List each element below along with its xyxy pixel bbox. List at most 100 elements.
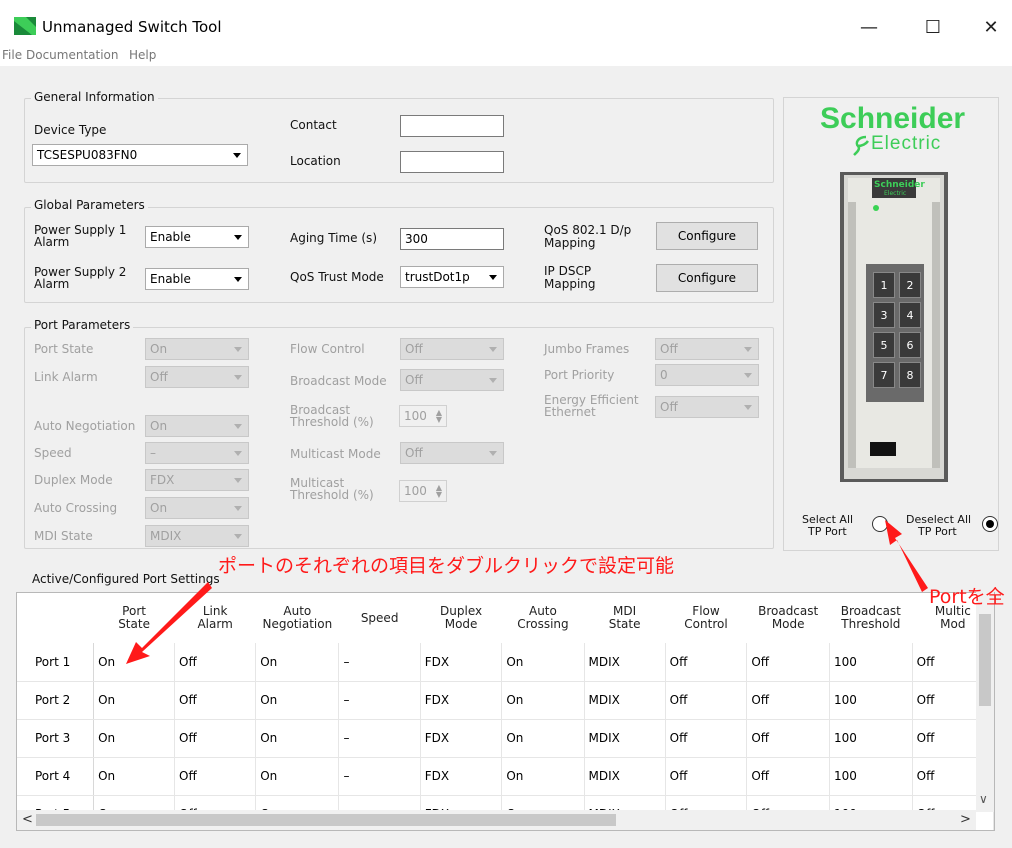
- column-header-port-state[interactable]: Port State: [93, 593, 175, 643]
- device-port-3[interactable]: 3: [873, 302, 895, 328]
- cell-duplex-mode[interactable]: FDX: [420, 719, 503, 758]
- menu-file[interactable]: File: [2, 48, 22, 62]
- cell-flow-control[interactable]: Off: [665, 757, 748, 796]
- broadcast-mode-select[interactable]: Off: [400, 369, 504, 391]
- column-header-speed[interactable]: Speed: [338, 593, 421, 643]
- column-header-duplex-mode[interactable]: Duplex Mode: [420, 593, 502, 643]
- cell-broadcast-threshold[interactable]: 100: [829, 643, 913, 682]
- cell-broadcast-threshold[interactable]: 100: [829, 719, 913, 758]
- deselect-all-radio[interactable]: [982, 516, 998, 532]
- scroll-left-icon[interactable]: <: [22, 812, 33, 827]
- auto-negotiation-select[interactable]: On: [145, 415, 249, 437]
- cell-broadcast-mode[interactable]: Off: [746, 719, 830, 758]
- device-port-1[interactable]: 1: [873, 272, 895, 298]
- column-header-auto-crossing[interactable]: Auto Crossing: [501, 593, 584, 643]
- cell-auto-crossing[interactable]: On: [501, 643, 585, 682]
- aging-time-field[interactable]: 300: [400, 228, 504, 250]
- location-field[interactable]: [400, 151, 504, 173]
- table-row[interactable]: Port 1 On Off On – FDX On MDIX Off Off 100 Off: [17, 643, 994, 682]
- device-type-select[interactable]: TCSESPU083FN0: [32, 144, 248, 166]
- cell-broadcast-mode[interactable]: Off: [746, 681, 830, 720]
- cell-auto-negotiation[interactable]: On: [255, 757, 340, 796]
- cell-broadcast-threshold[interactable]: 100: [829, 681, 913, 720]
- column-header-auto-negotiation[interactable]: Auto Negotiation: [255, 593, 339, 643]
- cell-flow-control[interactable]: Off: [665, 681, 748, 720]
- maximize-button[interactable]: ☐: [910, 12, 956, 42]
- jumbo-frames-select[interactable]: Off: [655, 338, 759, 360]
- column-header-broadcast-mode[interactable]: Broadcast Mode: [746, 593, 830, 643]
- cell-speed[interactable]: –: [338, 681, 421, 720]
- contact-field[interactable]: [400, 115, 504, 137]
- cell-port-state[interactable]: On: [93, 757, 176, 796]
- cell-auto-crossing[interactable]: On: [501, 719, 585, 758]
- multicast-threshold-stepper[interactable]: 100 ▲ ▼: [399, 480, 447, 502]
- horizontal-scrollbar-thumb[interactable]: [36, 814, 616, 826]
- cell-auto-crossing[interactable]: On: [501, 681, 585, 720]
- cell-auto-negotiation[interactable]: On: [255, 719, 340, 758]
- qos-trust-mode-select[interactable]: trustDot1p: [400, 266, 504, 288]
- port-state-select[interactable]: On: [145, 338, 249, 360]
- vertical-scrollbar-thumb[interactable]: [979, 614, 991, 706]
- cell-auto-negotiation[interactable]: On: [255, 681, 340, 720]
- configure-qos-button[interactable]: Configure: [656, 222, 758, 250]
- table-row[interactable]: Port 2 On Off On – FDX On MDIX Off Off 100 Off: [17, 681, 994, 720]
- device-port-8[interactable]: 8: [899, 362, 921, 388]
- column-header-flow-control[interactable]: Flow Control: [665, 593, 747, 643]
- scroll-right-icon[interactable]: >: [960, 812, 971, 827]
- table-row[interactable]: Port 4 On Off On – FDX On MDIX Off Off 100 Off: [17, 757, 994, 796]
- cell-duplex-mode[interactable]: FDX: [420, 757, 503, 796]
- auto-crossing-select[interactable]: On: [145, 497, 249, 519]
- menu-documentation[interactable]: Documentation: [26, 48, 119, 62]
- cell-duplex-mode[interactable]: FDX: [420, 681, 503, 720]
- cell-mdi-state[interactable]: MDIX: [584, 681, 666, 720]
- power-supply-2-select[interactable]: Enable: [145, 268, 249, 290]
- cell-link-alarm[interactable]: Off: [174, 643, 257, 682]
- cell-auto-negotiation[interactable]: On: [255, 643, 340, 682]
- table-row[interactable]: Port 3 On Off On – FDX On MDIX Off Off 100 Off: [17, 719, 994, 758]
- cell-mdi-state[interactable]: MDIX: [584, 643, 666, 682]
- cell-broadcast-threshold[interactable]: 100: [829, 757, 913, 796]
- cell-auto-crossing[interactable]: On: [501, 757, 585, 796]
- cell-speed[interactable]: –: [338, 719, 421, 758]
- cell-mdi-state[interactable]: MDIX: [584, 757, 666, 796]
- device-port-2[interactable]: 2: [899, 272, 921, 298]
- cell-link-alarm[interactable]: Off: [174, 719, 257, 758]
- link-alarm-select[interactable]: Off: [145, 366, 249, 388]
- power-supply-1-select[interactable]: Enable: [145, 226, 249, 248]
- scroll-down-icon[interactable]: ∨: [979, 792, 988, 806]
- cell-flow-control[interactable]: Off: [665, 643, 748, 682]
- header-line: Threshold: [841, 617, 901, 631]
- cell-duplex-mode[interactable]: FDX: [420, 643, 503, 682]
- cell-mdi-state[interactable]: MDIX: [584, 719, 666, 758]
- cell-broadcast-mode[interactable]: Off: [746, 643, 830, 682]
- column-header-broadcast-threshold[interactable]: Broadcast Threshold: [829, 593, 913, 643]
- cell-port-state[interactable]: On: [93, 681, 176, 720]
- close-button[interactable]: ✕: [968, 12, 1012, 42]
- port-priority-select[interactable]: 0: [655, 364, 759, 386]
- device-port-6[interactable]: 6: [899, 332, 921, 358]
- broadcast-threshold-stepper[interactable]: 100 ▲ ▼: [399, 405, 447, 427]
- minimize-button[interactable]: —: [846, 12, 892, 42]
- flow-control-select[interactable]: Off: [400, 338, 504, 360]
- duplex-mode-select[interactable]: FDX: [145, 469, 249, 491]
- device-port-5[interactable]: 5: [873, 332, 895, 358]
- cell-broadcast-mode[interactable]: Off: [746, 757, 830, 796]
- mdi-state-select[interactable]: MDIX: [145, 525, 249, 547]
- cell-speed[interactable]: –: [338, 757, 421, 796]
- cell-speed[interactable]: –: [338, 643, 421, 682]
- select-all-radio[interactable]: [872, 516, 888, 532]
- multicast-mode-select[interactable]: Off: [400, 442, 504, 464]
- cell-link-alarm[interactable]: Off: [174, 757, 257, 796]
- menu-help[interactable]: Help: [129, 48, 156, 62]
- device-port-4[interactable]: 4: [899, 302, 921, 328]
- cell-port-state[interactable]: On: [93, 643, 176, 682]
- column-header-mdi-state[interactable]: MDI State: [584, 593, 666, 643]
- configure-dscp-button[interactable]: Configure: [656, 264, 758, 292]
- column-header-link-alarm[interactable]: Link Alarm: [174, 593, 256, 643]
- energy-efficient-ethernet-select[interactable]: Off: [655, 396, 759, 418]
- speed-select[interactable]: –: [145, 442, 249, 464]
- device-port-7[interactable]: 7: [873, 362, 895, 388]
- cell-link-alarm[interactable]: Off: [174, 681, 257, 720]
- cell-port-state[interactable]: On: [93, 719, 176, 758]
- cell-flow-control[interactable]: Off: [665, 719, 748, 758]
